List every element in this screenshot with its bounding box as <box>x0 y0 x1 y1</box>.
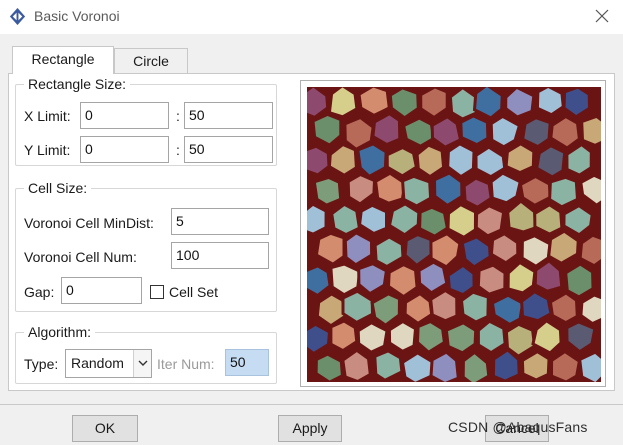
voronoi-cell <box>446 202 478 240</box>
voronoi-cell <box>535 87 565 117</box>
button-separator <box>0 404 623 405</box>
algorithm-type-select[interactable]: Random <box>65 349 152 378</box>
voronoi-cell <box>419 87 449 120</box>
voronoi-cell <box>520 116 552 149</box>
voronoi-cell <box>415 143 446 179</box>
title-bar: Basic Voronoi <box>0 0 623 34</box>
voronoi-preview-frame <box>300 80 606 387</box>
voronoi-cell <box>307 202 328 236</box>
iter-num-label: Iter Num: <box>157 356 215 372</box>
window-title: Basic Voronoi <box>34 8 120 24</box>
x-max-input[interactable]: 50 <box>184 102 273 129</box>
cell-size-legend: Cell Size: <box>24 180 92 196</box>
voronoi-cell <box>444 321 478 355</box>
voronoi-cell <box>327 87 359 119</box>
voronoi-cell <box>330 202 362 237</box>
y-limit-label: Y Limit: <box>24 142 71 158</box>
algorithm-legend: Algorithm: <box>24 324 96 340</box>
close-icon <box>595 9 609 23</box>
voronoi-cell <box>356 320 389 354</box>
cell-num-label: Voronoi Cell Num: <box>24 249 137 265</box>
rectangle-size-group: Rectangle Size: X Limit: 0 : 50 Y Limit:… <box>15 76 277 166</box>
abaqus-logo-icon <box>9 7 26 26</box>
voronoi-cell <box>307 144 331 177</box>
algorithm-group: Algorithm: Type: Random Iter Num: 50 <box>15 324 277 384</box>
chevron-down-icon <box>133 350 151 377</box>
close-button[interactable] <box>589 4 615 30</box>
type-label: Type: <box>24 356 59 372</box>
tab-circle[interactable]: Circle <box>114 48 188 74</box>
voronoi-cell <box>578 350 601 382</box>
voronoi-preview <box>307 87 601 382</box>
rectangle-tab-panel: Rectangle Size: X Limit: 0 : 50 Y Limit:… <box>8 73 615 391</box>
gap-input[interactable]: 0 <box>61 277 142 304</box>
cell-size-group: Cell Size: Voronoi Cell MinDist: 5 Voron… <box>15 180 277 312</box>
x-limit-label: X Limit: <box>24 108 71 124</box>
iter-num-input[interactable]: 50 <box>225 349 269 376</box>
voronoi-cell <box>472 87 504 120</box>
voronoi-cell <box>476 263 507 296</box>
voronoi-cell <box>432 171 464 208</box>
voronoi-cell <box>580 114 601 148</box>
cell-set-checkbox[interactable] <box>150 285 164 299</box>
voronoi-cell <box>535 143 567 179</box>
algorithm-type-value: Random <box>71 355 124 371</box>
voronoi-cell <box>562 87 592 119</box>
voronoi-cell <box>459 114 490 147</box>
voronoi-cell <box>314 352 344 382</box>
voronoi-cell <box>459 290 490 324</box>
voronoi-cell <box>474 204 506 238</box>
voronoi-cell <box>418 205 450 238</box>
voronoi-cell <box>548 175 580 209</box>
mindist-label: Voronoi Cell MinDist: <box>24 215 154 231</box>
y-range-separator: : <box>176 142 180 158</box>
voronoi-cell <box>476 319 507 355</box>
y-max-input[interactable]: 50 <box>184 136 273 163</box>
x-min-input[interactable]: 0 <box>80 102 169 129</box>
watermark-text: CSDN @AbaqusFans <box>448 419 588 435</box>
dialog-body: Rectangle Circle Rectangle Size: X Limit… <box>0 34 623 445</box>
voronoi-cell <box>564 262 595 299</box>
cell-set-label: Cell Set <box>169 284 219 300</box>
ok-button[interactable]: OK <box>72 415 138 442</box>
x-range-separator: : <box>176 108 180 124</box>
rectangle-size-legend: Rectangle Size: <box>24 76 131 92</box>
gap-label: Gap: <box>24 284 55 300</box>
voronoi-cell <box>312 175 343 207</box>
voronoi-cell <box>387 319 418 354</box>
apply-button[interactable]: Apply <box>278 415 342 442</box>
voronoi-cell <box>401 174 433 208</box>
voronoi-cell <box>329 262 362 297</box>
tab-rectangle[interactable]: Rectangle <box>12 46 114 74</box>
y-min-input[interactable]: 0 <box>80 136 169 163</box>
mindist-input[interactable]: 5 <box>171 208 269 235</box>
voronoi-cell <box>357 87 391 118</box>
cell-num-input[interactable]: 100 <box>171 242 269 269</box>
voronoi-cell <box>430 114 463 149</box>
